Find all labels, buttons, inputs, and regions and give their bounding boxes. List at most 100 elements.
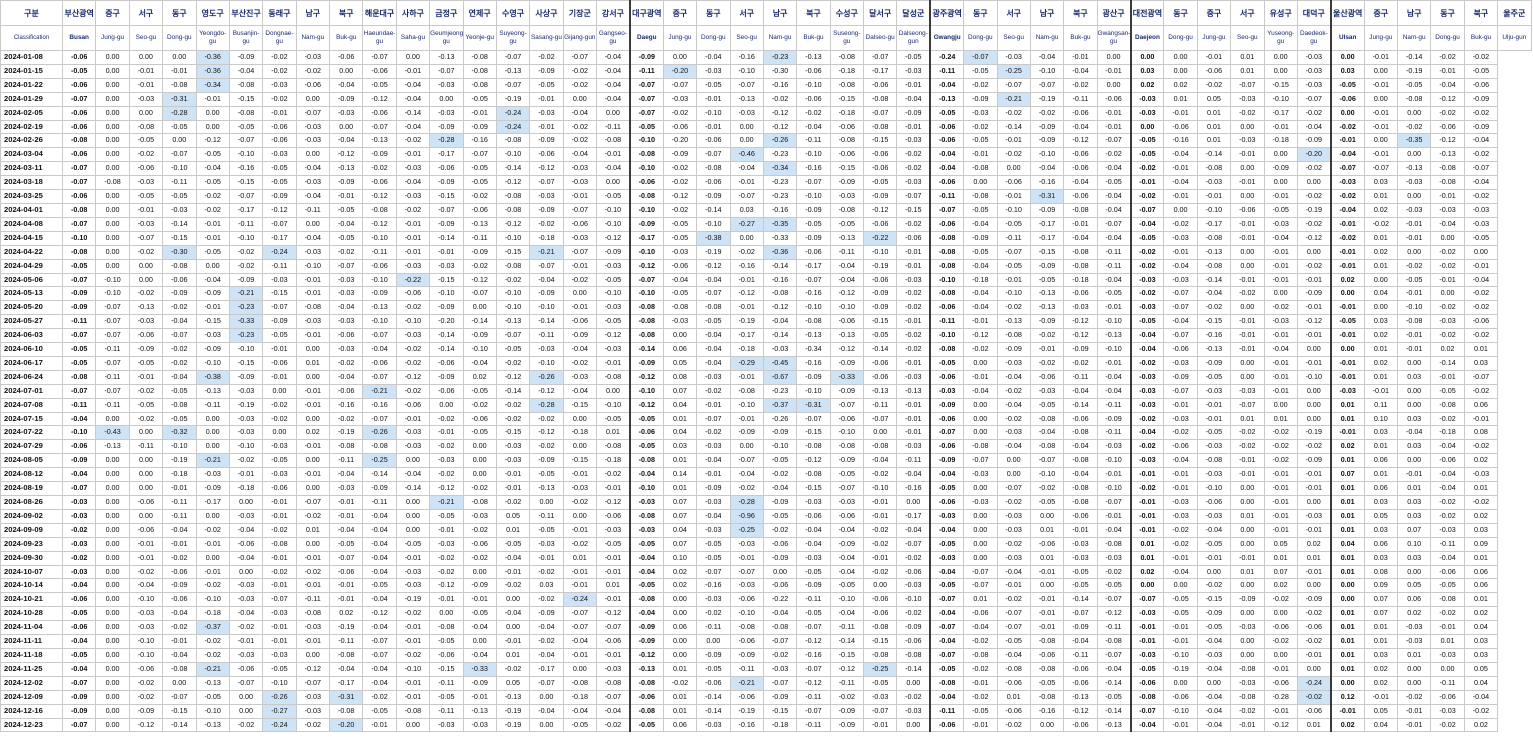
value-cell: -0.06 bbox=[328, 383, 364, 399]
value-cell: -0.04 bbox=[1196, 634, 1232, 649]
value-cell: 0.00 bbox=[1363, 133, 1399, 149]
value-cell: -0.06 bbox=[929, 300, 965, 316]
column-header-en-0: Busan bbox=[61, 25, 97, 51]
value-cell: -0.02 bbox=[1063, 77, 1098, 93]
value-cell: -0.02 bbox=[162, 355, 197, 371]
value-cell: 0.10 bbox=[1363, 411, 1399, 427]
value-cell: 0.00 bbox=[963, 508, 998, 524]
value-cell: -0.19 bbox=[729, 314, 764, 330]
value-cell: -0.12 bbox=[1063, 328, 1098, 344]
value-cell: 0.05 bbox=[662, 355, 698, 371]
value-cell: -0.02 bbox=[429, 550, 464, 566]
value-cell: -0.06 bbox=[896, 564, 931, 580]
value-cell: 0.00 bbox=[1329, 342, 1365, 357]
value-cell: -0.04 bbox=[162, 522, 197, 538]
value-cell: -0.06 bbox=[628, 175, 664, 191]
value-cell: -0.02 bbox=[529, 592, 564, 608]
row-date-cell: 2024-10-07 bbox=[0, 564, 63, 580]
value-cell: -0.03 bbox=[262, 439, 297, 455]
value-cell: -0.33 bbox=[462, 661, 497, 677]
value-cell: -0.11 bbox=[696, 620, 731, 636]
value-cell: -0.04 bbox=[1029, 50, 1065, 65]
value-cell: -0.08 bbox=[862, 620, 898, 636]
value-cell: -0.03 bbox=[395, 425, 431, 441]
value-cell: -0.33 bbox=[762, 230, 798, 246]
value-cell: -0.06 bbox=[729, 592, 764, 608]
value-cell: 0.02 bbox=[1329, 439, 1365, 455]
value-cell: 0.07 bbox=[1363, 606, 1399, 622]
value-cell: -0.15 bbox=[896, 202, 931, 218]
value-cell: 0.00 bbox=[1230, 634, 1265, 649]
value-cell: -0.07 bbox=[963, 453, 998, 469]
value-cell: -0.18 bbox=[762, 717, 798, 733]
row-date-cell: 2024-03-25 bbox=[0, 189, 63, 204]
value-cell: -0.01 bbox=[562, 647, 598, 663]
value-cell: -0.08 bbox=[829, 77, 865, 93]
column-header-en-12: Yeonje-gu bbox=[462, 25, 497, 51]
value-cell: -0.05 bbox=[1196, 536, 1232, 552]
value-cell: -0.05 bbox=[362, 77, 397, 93]
value-cell: -0.02 bbox=[395, 133, 431, 149]
value-cell: -0.09 bbox=[1196, 355, 1232, 371]
value-cell: -0.26 bbox=[529, 369, 564, 385]
value-cell: -0.04 bbox=[61, 467, 97, 483]
value-cell: 0.00 bbox=[1096, 77, 1132, 93]
value-cell: -0.07 bbox=[128, 230, 164, 246]
column-header-en-34: Jung-gu bbox=[1196, 25, 1232, 51]
value-cell: -0.01 bbox=[696, 91, 731, 107]
value-cell: -0.20 bbox=[1296, 147, 1332, 163]
value-cell: -0.08 bbox=[1096, 634, 1132, 649]
value-cell: -0.15 bbox=[1029, 244, 1065, 260]
value-cell: -0.05 bbox=[61, 606, 97, 622]
value-cell: -0.11 bbox=[1430, 536, 1465, 552]
value-cell: -0.06 bbox=[295, 77, 331, 93]
value-cell: 0.00 bbox=[1230, 606, 1265, 622]
value-cell: 0.03 bbox=[1463, 355, 1499, 371]
value-cell: -0.06 bbox=[796, 244, 831, 260]
value-cell: -0.02 bbox=[1430, 50, 1465, 65]
value-cell: -0.01 bbox=[529, 550, 564, 566]
value-cell: -0.02 bbox=[1129, 161, 1165, 177]
value-cell: -0.07 bbox=[362, 119, 397, 135]
value-cell: -0.01 bbox=[1263, 383, 1298, 399]
value-cell: 0.00 bbox=[128, 467, 164, 483]
value-cell: 0.01 bbox=[1230, 564, 1265, 580]
value-cell: -0.02 bbox=[1430, 606, 1465, 622]
value-cell: -0.09 bbox=[1029, 119, 1065, 135]
value-cell: -0.03 bbox=[295, 175, 331, 191]
value-cell: -0.29 bbox=[729, 355, 764, 371]
value-cell: -0.07 bbox=[529, 675, 564, 691]
value-cell: -0.01 bbox=[1129, 175, 1165, 191]
value-cell: -0.03 bbox=[996, 425, 1031, 441]
value-cell: -0.08 bbox=[1230, 661, 1265, 677]
column-header-en-42: Buk-gu bbox=[1463, 25, 1499, 51]
value-cell: -0.07 bbox=[696, 286, 731, 302]
value-cell: -0.06 bbox=[862, 606, 898, 622]
value-cell: -0.10 bbox=[796, 189, 831, 204]
value-cell: -0.07 bbox=[796, 272, 831, 288]
value-cell: -0.09 bbox=[963, 91, 998, 107]
value-cell: -0.33 bbox=[829, 369, 865, 385]
value-cell: -0.07 bbox=[929, 592, 965, 608]
value-cell: 0.07 bbox=[1263, 564, 1298, 580]
value-cell: -0.13 bbox=[529, 481, 564, 496]
value-cell: -0.04 bbox=[1196, 661, 1232, 677]
table-row: 2024-11-04 -0.06 0.00 -0.03 -0.02 -0.37 -0.02-… bbox=[0, 620, 1532, 636]
value-cell: -0.07 bbox=[529, 258, 564, 274]
value-cell: -0.15 bbox=[429, 189, 464, 204]
value-cell: -0.08 bbox=[929, 258, 965, 274]
value-cell: -0.08 bbox=[628, 675, 664, 691]
value-cell: -0.02 bbox=[1029, 105, 1065, 121]
value-cell: -0.05 bbox=[829, 216, 865, 232]
value-cell: -0.03 bbox=[1230, 91, 1265, 107]
value-cell: -0.01 bbox=[1329, 216, 1365, 232]
value-cell: -0.09 bbox=[662, 147, 698, 163]
table-row: 2024-09-23 -0.03 0.00 -0.01 -0.01 -0.01 -0.06-… bbox=[0, 536, 1532, 552]
value-cell: -0.07 bbox=[262, 216, 297, 232]
value-cell: -0.11 bbox=[61, 397, 97, 413]
value-cell: -0.05 bbox=[762, 453, 798, 469]
value-cell: 0.00 bbox=[1430, 286, 1465, 302]
value-cell: -0.24 bbox=[562, 592, 598, 608]
value-cell: -0.10 bbox=[195, 703, 230, 719]
value-cell: -0.02 bbox=[996, 536, 1031, 552]
